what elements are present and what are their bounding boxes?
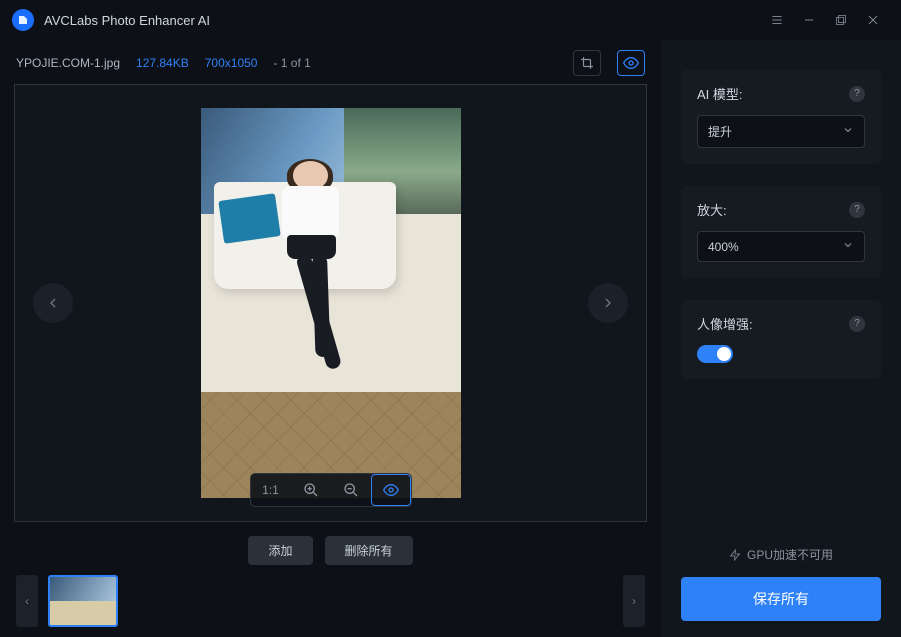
file-name: YPOJIE.COM-1.jpg <box>16 56 120 70</box>
save-all-button[interactable]: 保存所有 <box>681 577 881 621</box>
action-row: 添加 删除所有 <box>14 522 647 575</box>
zoom-fit-button[interactable]: 1:1 <box>251 474 291 506</box>
thumb-scroll-left[interactable]: ‹ <box>16 575 38 627</box>
file-info-row: YPOJIE.COM-1.jpg 127.84KB 700x1050 - 1 o… <box>14 50 647 76</box>
zoom-toolbar: 1:1 <box>250 473 412 507</box>
model-label: AI 模型: <box>697 84 743 103</box>
minimize-button[interactable] <box>793 4 825 36</box>
maximize-button[interactable] <box>825 4 857 36</box>
help-icon[interactable]: ? <box>849 86 865 102</box>
delete-all-button[interactable]: 删除所有 <box>325 536 413 565</box>
scale-label: 放大: <box>697 200 727 219</box>
scale-panel: 放大: ? 400% <box>681 186 881 278</box>
close-button[interactable] <box>857 4 889 36</box>
face-panel: 人像增强: ? <box>681 300 881 379</box>
help-icon[interactable]: ? <box>849 316 865 332</box>
zoom-in-button[interactable] <box>291 474 331 506</box>
titlebar: AVCLabs Photo Enhancer AI <box>0 0 901 40</box>
scale-select[interactable]: 400% <box>697 231 865 262</box>
zoom-out-button[interactable] <box>331 474 371 506</box>
face-enhance-toggle[interactable] <box>697 345 733 363</box>
zoom-eye-button[interactable] <box>371 474 411 506</box>
chevron-down-icon <box>842 124 854 139</box>
preview-toggle-button[interactable] <box>617 50 645 76</box>
gpu-text: GPU加速不可用 <box>747 546 833 563</box>
crop-button[interactable] <box>573 50 601 76</box>
bolt-icon <box>729 549 741 561</box>
prev-image-button[interactable] <box>33 283 73 323</box>
chevron-down-icon <box>842 239 854 254</box>
gpu-status: GPU加速不可用 <box>681 546 881 563</box>
thumb-scroll-right[interactable]: › <box>623 575 645 627</box>
file-index: - 1 of 1 <box>273 56 310 70</box>
main-left-panel: YPOJIE.COM-1.jpg 127.84KB 700x1050 - 1 o… <box>0 40 661 637</box>
file-size: 127.84KB <box>136 56 189 70</box>
app-logo <box>12 9 34 31</box>
menu-button[interactable] <box>761 4 793 36</box>
model-select[interactable]: 提升 <box>697 115 865 148</box>
app-title: AVCLabs Photo Enhancer AI <box>44 13 210 28</box>
add-button[interactable]: 添加 <box>248 536 312 565</box>
preview-image <box>201 108 461 498</box>
file-dimensions: 700x1050 <box>205 56 258 70</box>
scale-value: 400% <box>708 240 739 254</box>
model-panel: AI 模型: ? 提升 <box>681 70 881 164</box>
settings-sidebar: AI 模型: ? 提升 放大: ? 400% <box>661 40 901 637</box>
thumbnail-item[interactable] <box>48 575 118 627</box>
next-image-button[interactable] <box>588 283 628 323</box>
help-icon[interactable]: ? <box>849 202 865 218</box>
preview-area: 1:1 <box>14 84 647 522</box>
thumbnail-strip: ‹ › <box>14 575 647 627</box>
face-label: 人像增强: <box>697 314 753 333</box>
model-value: 提升 <box>708 123 732 140</box>
